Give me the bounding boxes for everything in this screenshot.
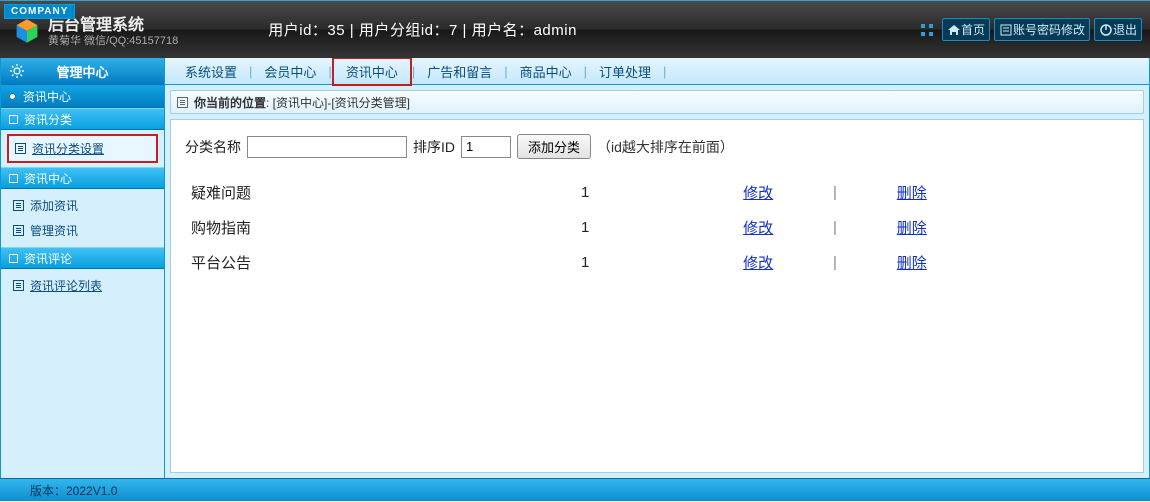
sidebar-item[interactable]: 资讯评论列表 xyxy=(7,273,158,298)
row-name: 购物指南 xyxy=(185,210,575,245)
sidebar-title: 管理中心 xyxy=(1,58,164,85)
tab[interactable]: 系统设置 xyxy=(173,59,249,84)
tab[interactable]: 资讯中心 xyxy=(332,57,412,86)
row-name: 平台公告 xyxy=(185,245,575,280)
tab[interactable]: 会员中心 xyxy=(252,59,328,84)
crumb-prefix: 你当前的位置 xyxy=(194,94,266,111)
app-title: 后台管理系统 xyxy=(48,17,178,35)
tab[interactable]: 订单处理 xyxy=(587,59,663,84)
page-icon xyxy=(177,97,188,108)
page-icon xyxy=(13,200,24,211)
row-sort: 1 xyxy=(575,245,705,280)
gear-icon xyxy=(9,63,25,79)
square-icon xyxy=(9,115,18,124)
sidebar-group-head[interactable]: 资讯中心 xyxy=(1,167,164,189)
breadcrumb: 你当前的位置 : [资讯中心]-[资讯分类管理] xyxy=(170,90,1144,114)
crumb-path: : [资讯中心]-[资讯分类管理] xyxy=(266,94,410,111)
page-icon xyxy=(13,225,24,236)
name-label: 分类名称 xyxy=(185,137,241,157)
row-sort: 1 xyxy=(575,175,705,210)
password-link[interactable]: 账号密码修改 xyxy=(994,18,1090,41)
sidebar-group-head[interactable]: 资讯评论 xyxy=(1,247,164,269)
sidebar: 管理中心 资讯中心 资讯分类资讯分类设置资讯中心添加资讯管理资讯资讯评论资讯评论… xyxy=(0,58,165,478)
sidebar-item[interactable]: 资讯分类设置 xyxy=(7,134,158,163)
footer: 版本：2022V1.0 xyxy=(0,478,1150,501)
user-info: 用户id：35 | 用户分组id：7 | 用户名：admin xyxy=(268,19,577,40)
top-bar: 后台管理系统 黄菊华 微信/QQ:45157718 用户id：35 | 用户分组… xyxy=(0,0,1150,58)
category-table: 疑难问题1修改|删除购物指南1修改|删除平台公告1修改|删除 xyxy=(185,175,965,280)
grid-icon[interactable] xyxy=(916,21,938,39)
company-tag: COMPANY xyxy=(4,4,75,19)
password-label: 账号密码修改 xyxy=(1013,21,1085,38)
delete-link[interactable]: 删除 xyxy=(897,185,927,202)
table-row: 平台公告1 修改 | 删除 xyxy=(185,245,965,280)
home-label: 首页 xyxy=(961,21,985,38)
page-icon xyxy=(15,143,26,154)
home-link[interactable]: 首页 xyxy=(942,18,990,41)
tab[interactable]: 广告和留言 xyxy=(415,59,504,84)
name-input[interactable] xyxy=(247,136,407,158)
sidebar-group-head[interactable]: 资讯分类 xyxy=(1,108,164,130)
sort-label: 排序ID xyxy=(413,137,455,157)
edit-link[interactable]: 修改 xyxy=(743,220,773,237)
logout-label: 退出 xyxy=(1113,21,1137,38)
edit-link[interactable]: 修改 xyxy=(743,255,773,272)
top-actions: 首页 账号密码修改 退出 xyxy=(916,18,1142,41)
logout-link[interactable]: 退出 xyxy=(1094,18,1142,41)
sep: | xyxy=(811,175,858,210)
table-row: 购物指南1 修改 | 删除 xyxy=(185,210,965,245)
table-row: 疑难问题1 修改 | 删除 xyxy=(185,175,965,210)
add-button[interactable]: 添加分类 xyxy=(517,134,591,159)
tab-strip: 系统设置 | 会员中心 | 资讯中心 | 广告和留言 | 商品中心 | 订单处理… xyxy=(165,58,1149,85)
app-subtitle: 黄菊华 微信/QQ:45157718 xyxy=(48,35,178,48)
form-note: （id越大排序在前面） xyxy=(597,137,734,157)
logo: 后台管理系统 黄菊华 微信/QQ:45157718 xyxy=(14,17,178,48)
square-icon xyxy=(9,174,18,183)
page-icon xyxy=(13,280,24,291)
sep: | xyxy=(811,210,858,245)
dot-icon xyxy=(9,93,16,100)
content-pane: 分类名称 排序ID 添加分类 （id越大排序在前面） 疑难问题1修改|删除购物指… xyxy=(170,119,1144,473)
sidebar-item[interactable]: 管理资讯 xyxy=(7,218,158,243)
delete-link[interactable]: 删除 xyxy=(897,255,927,272)
tab[interactable]: 商品中心 xyxy=(508,59,584,84)
add-form: 分类名称 排序ID 添加分类 （id越大排序在前面） xyxy=(185,134,1129,159)
logo-icon xyxy=(14,18,40,44)
square-icon xyxy=(9,254,18,263)
edit-link[interactable]: 修改 xyxy=(743,185,773,202)
row-name: 疑难问题 xyxy=(185,175,575,210)
delete-link[interactable]: 删除 xyxy=(897,220,927,237)
main-area: 系统设置 | 会员中心 | 资讯中心 | 广告和留言 | 商品中心 | 订单处理… xyxy=(165,58,1150,478)
sidebar-section[interactable]: 资讯中心 xyxy=(1,85,164,108)
sep: | xyxy=(811,245,858,280)
sort-input[interactable] xyxy=(461,136,511,158)
row-sort: 1 xyxy=(575,210,705,245)
sidebar-item[interactable]: 添加资讯 xyxy=(7,193,158,218)
